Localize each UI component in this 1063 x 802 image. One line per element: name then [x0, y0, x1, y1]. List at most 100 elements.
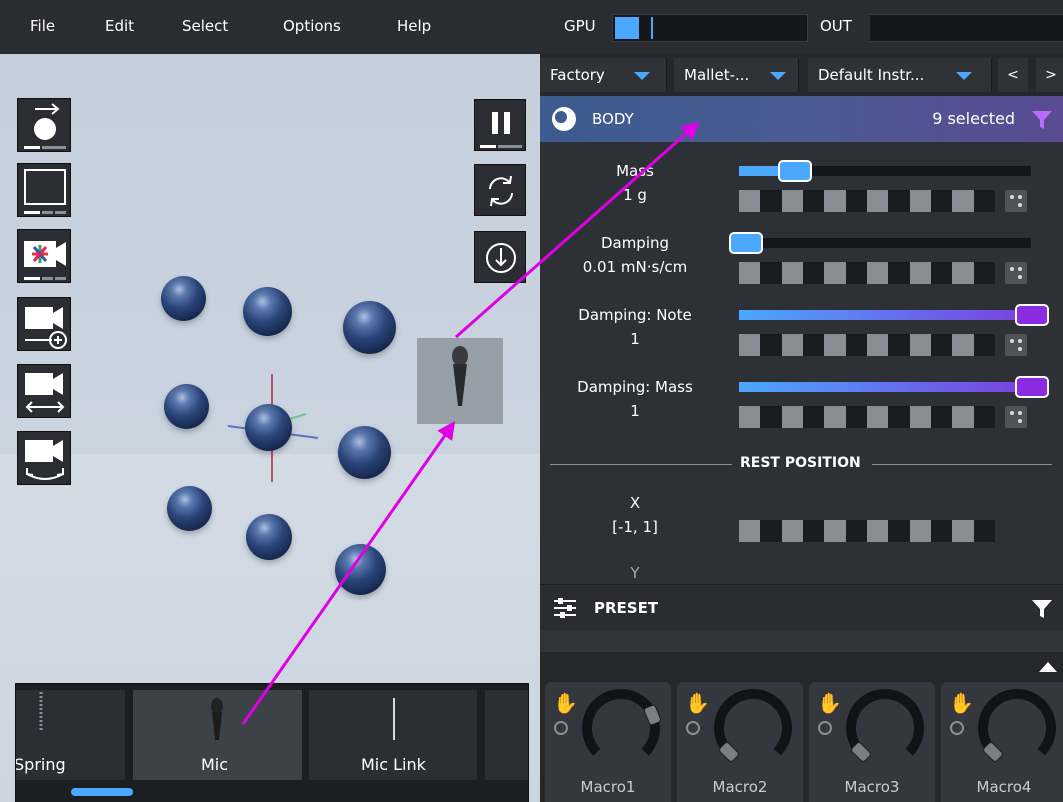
modulation-cell[interactable]: [760, 190, 782, 212]
damping-mass-slider-thumb[interactable]: [1015, 376, 1049, 398]
menu-help[interactable]: Help: [397, 17, 431, 35]
modulation-cell[interactable]: [845, 262, 867, 284]
filter-icon[interactable]: [1031, 599, 1053, 619]
modulation-cell[interactable]: [888, 406, 910, 428]
prev-instrument-button[interactable]: <: [998, 58, 1028, 92]
modulation-cell[interactable]: [909, 520, 931, 542]
modulation-cell[interactable]: [760, 262, 782, 284]
rest-x-value[interactable]: [-1, 1]: [545, 518, 725, 536]
sphere-body[interactable]: [335, 544, 386, 595]
modulation-cell[interactable]: [802, 262, 825, 284]
modulation-cell[interactable]: [760, 334, 782, 356]
randomize-dice-icon[interactable]: [1005, 406, 1027, 428]
modulation-cell[interactable]: [909, 334, 931, 356]
modulation-cell[interactable]: [973, 334, 995, 356]
damping-note-slider[interactable]: [739, 304, 1049, 326]
modulation-cell[interactable]: [952, 334, 974, 356]
preset-section-header[interactable]: PRESET: [540, 584, 1063, 630]
modulation-cell[interactable]: [930, 190, 953, 212]
modulation-cell[interactable]: [739, 520, 761, 542]
modulation-cell[interactable]: [802, 406, 825, 428]
mic-object[interactable]: [417, 338, 503, 424]
rest-x-modulation-row[interactable]: [739, 520, 995, 542]
mass-modulation-row[interactable]: [739, 190, 995, 212]
menu-file[interactable]: File: [30, 17, 55, 35]
instrument-dropdown[interactable]: Default Instr...: [808, 58, 992, 92]
modulation-cell[interactable]: [866, 520, 889, 542]
modulation-cell[interactable]: [973, 262, 995, 284]
scene-viewport[interactable]: Spring Mic Mic Link: [0, 54, 540, 802]
macro-knob-3[interactable]: ✋ Macro3: [809, 682, 935, 802]
filter-icon[interactable]: [1031, 110, 1053, 130]
modulation-cell[interactable]: [845, 406, 867, 428]
sphere-body[interactable]: [167, 486, 212, 531]
modulation-cell[interactable]: [888, 334, 910, 356]
tray-item-next[interactable]: [485, 690, 528, 780]
randomize-dice-icon[interactable]: [1005, 334, 1027, 356]
modulation-cell[interactable]: [781, 190, 803, 212]
modulation-cell[interactable]: [930, 334, 953, 356]
macro-knob-4[interactable]: ✋ Macro4: [941, 682, 1063, 802]
param-damping-note-value[interactable]: 1: [545, 330, 725, 348]
next-instrument-button[interactable]: >: [1036, 58, 1063, 92]
modulation-cell[interactable]: [781, 334, 803, 356]
modulation-cell[interactable]: [845, 190, 867, 212]
modulation-cell[interactable]: [824, 520, 846, 542]
modulation-cell[interactable]: [824, 262, 846, 284]
sphere-body[interactable]: [246, 514, 292, 560]
modulation-cell[interactable]: [973, 190, 995, 212]
modulation-cell[interactable]: [866, 190, 889, 212]
param-damping-mass-value[interactable]: 1: [545, 402, 725, 420]
menu-edit[interactable]: Edit: [105, 17, 134, 35]
sphere-body[interactable]: [338, 426, 391, 479]
modulation-cell[interactable]: [781, 406, 803, 428]
modulation-cell[interactable]: [845, 520, 867, 542]
modulation-cell[interactable]: [973, 520, 995, 542]
modulation-cell[interactable]: [739, 406, 761, 428]
damping-modulation-row[interactable]: [739, 262, 995, 284]
modulation-cell[interactable]: [973, 406, 995, 428]
modulation-cell[interactable]: [802, 520, 825, 542]
modulation-cell[interactable]: [952, 190, 974, 212]
modulation-cell[interactable]: [866, 406, 889, 428]
modulation-cell[interactable]: [909, 262, 931, 284]
modulation-cell[interactable]: [824, 406, 846, 428]
randomize-dice-icon[interactable]: [1005, 190, 1027, 212]
damping-mass-modulation-row[interactable]: [739, 406, 995, 428]
category-dropdown[interactable]: Mallet-...: [674, 58, 799, 92]
modulation-cell[interactable]: [930, 406, 953, 428]
library-dropdown[interactable]: Factory: [540, 58, 667, 92]
modulation-cell[interactable]: [952, 406, 974, 428]
macro-knob-dial[interactable]: ✋: [545, 682, 671, 774]
modulation-cell[interactable]: [888, 190, 910, 212]
sphere-body[interactable]: [243, 287, 292, 336]
modulation-cell[interactable]: [930, 520, 953, 542]
mass-slider[interactable]: [739, 160, 1031, 182]
menu-select[interactable]: Select: [182, 17, 228, 35]
modulation-cell[interactable]: [760, 406, 782, 428]
modulation-cell[interactable]: [909, 406, 931, 428]
param-damping-value[interactable]: 0.01 mN·s/cm: [545, 258, 725, 276]
modulation-cell[interactable]: [760, 520, 782, 542]
modulation-cell[interactable]: [802, 190, 825, 212]
modulation-cell[interactable]: [781, 262, 803, 284]
modulation-cell[interactable]: [824, 334, 846, 356]
modulation-cell[interactable]: [802, 334, 825, 356]
sphere-body[interactable]: [161, 276, 206, 321]
modulation-cell[interactable]: [952, 520, 974, 542]
modulation-cell[interactable]: [845, 334, 867, 356]
modulation-cell[interactable]: [739, 190, 761, 212]
tray-scrollbar[interactable]: [71, 788, 133, 796]
modulation-cell[interactable]: [781, 520, 803, 542]
modulation-cell[interactable]: [739, 262, 761, 284]
sphere-body[interactable]: [164, 384, 209, 429]
modulation-cell[interactable]: [739, 334, 761, 356]
damping-note-slider-thumb[interactable]: [1015, 304, 1049, 326]
macro-knob-1[interactable]: ✋ Macro1: [545, 682, 671, 802]
sphere-body[interactable]: [245, 404, 292, 451]
menu-options[interactable]: Options: [283, 17, 341, 35]
mass-slider-thumb[interactable]: [778, 160, 812, 182]
modulation-cell[interactable]: [888, 520, 910, 542]
macro-knob-2[interactable]: ✋ Macro2: [677, 682, 803, 802]
modulation-cell[interactable]: [866, 262, 889, 284]
